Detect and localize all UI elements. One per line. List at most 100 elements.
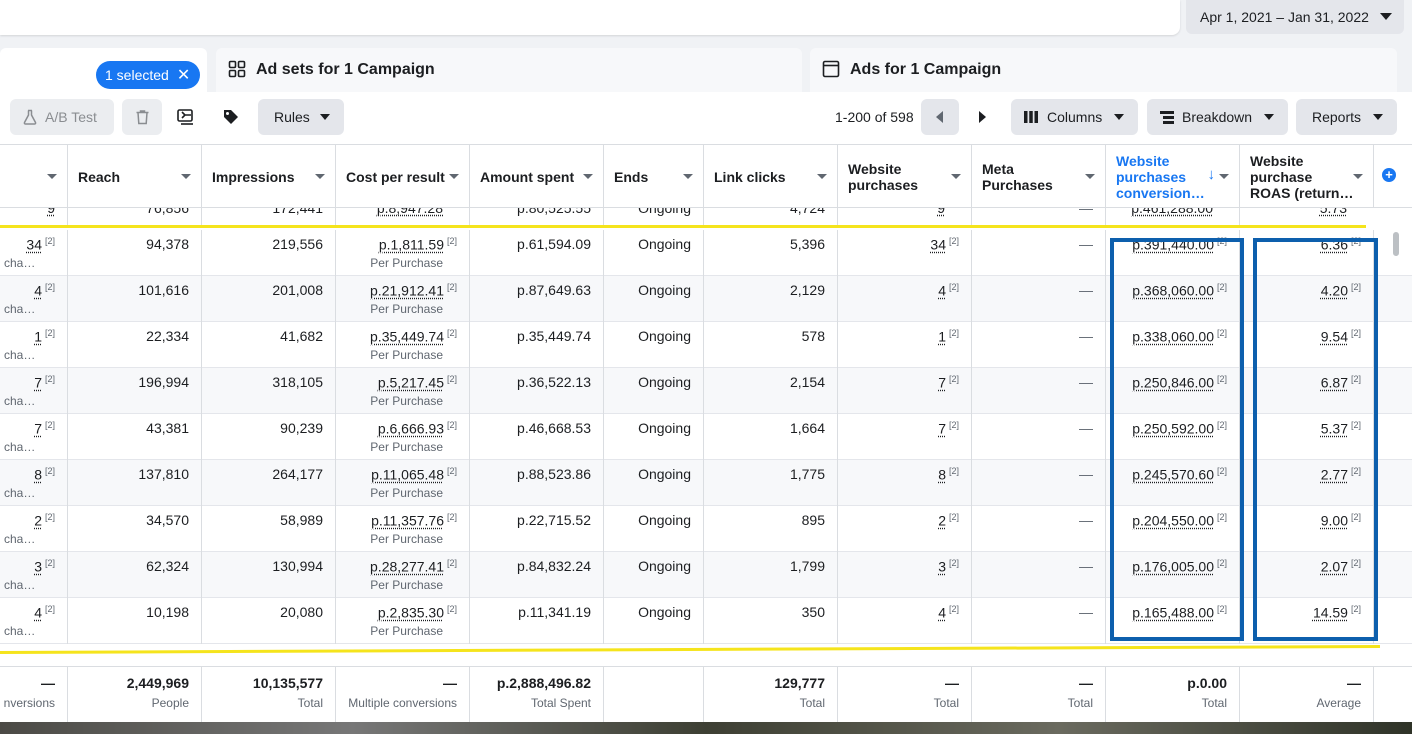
column-header-results[interactable] — [0, 145, 67, 208]
cell-cost: p.1,811.59 [2] Per Purchase — [335, 230, 469, 276]
cell-value[interactable]: p.11,065.48 — [371, 467, 444, 483]
tab-ad-sets[interactable]: Ad sets for 1 Campaign — [216, 48, 802, 92]
column-header-reach[interactable]: Reach — [67, 145, 201, 208]
next-page-button[interactable] — [963, 99, 1001, 135]
duplicate-button[interactable] — [165, 99, 207, 135]
column-header-link-clicks[interactable]: Link clicks — [703, 145, 837, 208]
cell-value[interactable]: 8 — [938, 467, 946, 483]
chevron-down-icon[interactable] — [181, 174, 191, 179]
cell-value[interactable]: p.21,912.41 — [370, 283, 444, 299]
cell-value[interactable]: 1 — [938, 329, 946, 345]
cell-value[interactable]: 4 — [938, 283, 946, 299]
sort-descending-icon[interactable]: ↓ — [1208, 167, 1216, 183]
cell-value: Ongoing — [638, 374, 691, 390]
chevron-down-icon[interactable] — [817, 174, 827, 179]
cell-ends: Ongoing — [603, 460, 703, 506]
breakdown-dropdown[interactable]: Breakdown — [1147, 99, 1288, 135]
clear-selection-icon[interactable]: ✕ — [177, 65, 190, 85]
cell-value[interactable]: 7 — [34, 421, 42, 437]
result-type-truncated: cha… — [4, 256, 36, 270]
column-header-cost-per-result[interactable]: Cost per result — [335, 145, 469, 208]
delete-button[interactable] — [122, 99, 162, 135]
cell-value[interactable]: 7 — [34, 375, 42, 391]
cell-value-group: 8 [2] — [938, 466, 959, 483]
tab-campaigns[interactable]: 1 selected ✕ — [0, 48, 207, 92]
cell-meta: — — [971, 414, 1105, 460]
cell-reach: 94,378 — [67, 230, 201, 276]
cell-value[interactable]: p.11,357.76 — [371, 513, 444, 529]
chevron-down-icon[interactable] — [683, 174, 693, 179]
date-range-picker[interactable]: Apr 1, 2021 – Jan 31, 2022 — [1186, 0, 1404, 34]
cell-meta: — — [971, 460, 1105, 506]
cell-value[interactable]: 1 — [34, 329, 42, 345]
tag-button[interactable] — [210, 99, 252, 135]
cell-value[interactable]: 3 — [938, 559, 946, 575]
cell-empty — [1373, 322, 1412, 368]
result-type-label: Per Purchase — [370, 440, 443, 454]
chevron-down-icon[interactable] — [47, 174, 57, 179]
cell-value[interactable]: 34 — [930, 237, 946, 253]
cell-value[interactable]: 34 — [26, 237, 42, 253]
cell-ends: Ongoing — [603, 368, 703, 414]
cell-cost: p.2,835.30 [2] Per Purchase — [335, 598, 469, 644]
grid-icon — [228, 60, 246, 78]
cell-reach: 76,856 — [67, 208, 201, 226]
column-header-website-purchases[interactable]: Website purchases — [837, 145, 971, 208]
column-header-amount-spent[interactable]: Amount spent — [469, 145, 603, 208]
cell-value[interactable]: p.6,666.93 — [378, 421, 444, 437]
column-header-meta-purchases[interactable]: Meta Purchases — [971, 145, 1105, 208]
cell-value[interactable]: 8 — [34, 467, 42, 483]
previous-page-button[interactable] — [921, 99, 959, 135]
header-line: Website — [1116, 152, 1170, 169]
chevron-down-icon[interactable] — [449, 174, 459, 179]
column-header-ends[interactable]: Ends — [603, 145, 703, 208]
ab-test-button[interactable]: A/B Test — [10, 99, 114, 135]
cell-value[interactable]: 2 — [34, 513, 42, 529]
tab-ads[interactable]: Ads for 1 Campaign — [810, 48, 1397, 92]
selected-count-pill[interactable]: 1 selected ✕ — [96, 61, 201, 89]
cell-results: 7 [2] cha… — [0, 414, 67, 460]
cell-value[interactable]: p.35,449.74 — [370, 329, 444, 345]
cell-impressions: 219,556 — [201, 230, 335, 276]
rules-dropdown[interactable]: Rules — [258, 99, 344, 135]
chevron-down-icon[interactable] — [1219, 174, 1229, 179]
add-column-icon[interactable]: + — [1382, 168, 1396, 182]
reports-dropdown[interactable]: Reports — [1296, 99, 1397, 135]
header-line: ROAS (return… — [1250, 184, 1354, 201]
chevron-down-icon[interactable] — [951, 174, 961, 179]
chevron-down-icon[interactable] — [315, 174, 325, 179]
cell-value[interactable]: 4 — [938, 605, 946, 621]
cell-value[interactable]: p.5,217.45 — [378, 375, 444, 391]
result-type-truncated: cha… — [4, 302, 36, 316]
cell-value[interactable]: 7 — [938, 375, 946, 391]
cell-value: Ongoing — [638, 236, 691, 252]
cell-meta: — — [971, 322, 1105, 368]
cell-value[interactable]: 4 — [34, 605, 42, 621]
cell-spent: p.36,522.13 — [469, 368, 603, 414]
chevron-down-icon[interactable] — [1085, 174, 1095, 179]
total-clicks: 129,777 Total — [703, 667, 837, 723]
tab-ads-label: Ads for 1 Campaign — [850, 61, 1002, 78]
column-header-purchases-conversion-value[interactable]: Website purchases conversion… ↓ — [1105, 145, 1239, 208]
column-header-purchase-roas[interactable]: Website purchase ROAS (return… — [1239, 145, 1373, 208]
cell-value[interactable]: 3 — [34, 559, 42, 575]
cell-value[interactable]: p.28,277.41 — [370, 559, 444, 575]
cell-value[interactable]: 7 — [938, 421, 946, 437]
cell-value-group: 4 [2] — [938, 282, 959, 299]
chevron-down-icon[interactable] — [1353, 174, 1363, 179]
cell-value[interactable]: 2 — [938, 513, 946, 529]
columns-dropdown[interactable]: Columns — [1011, 99, 1138, 135]
cell-spent: p.87,649.63 — [469, 276, 603, 322]
cell-empty — [1373, 552, 1412, 598]
cell-value[interactable]: 4 — [34, 283, 42, 299]
column-header-impressions[interactable]: Impressions — [201, 145, 335, 208]
column-header-label: Impressions — [212, 168, 295, 185]
vertical-scrollbar[interactable] — [1393, 232, 1399, 256]
cell-value[interactable]: p.2,835.30 — [378, 605, 444, 621]
total-label: Total — [933, 696, 959, 710]
chevron-down-icon[interactable] — [583, 174, 593, 179]
cell-value[interactable]: p.1,811.59 — [379, 237, 444, 253]
total-cost: — Multiple conversions — [335, 667, 469, 723]
search-area[interactable] — [0, 0, 1180, 35]
footnote-marker: [2] — [446, 604, 457, 614]
